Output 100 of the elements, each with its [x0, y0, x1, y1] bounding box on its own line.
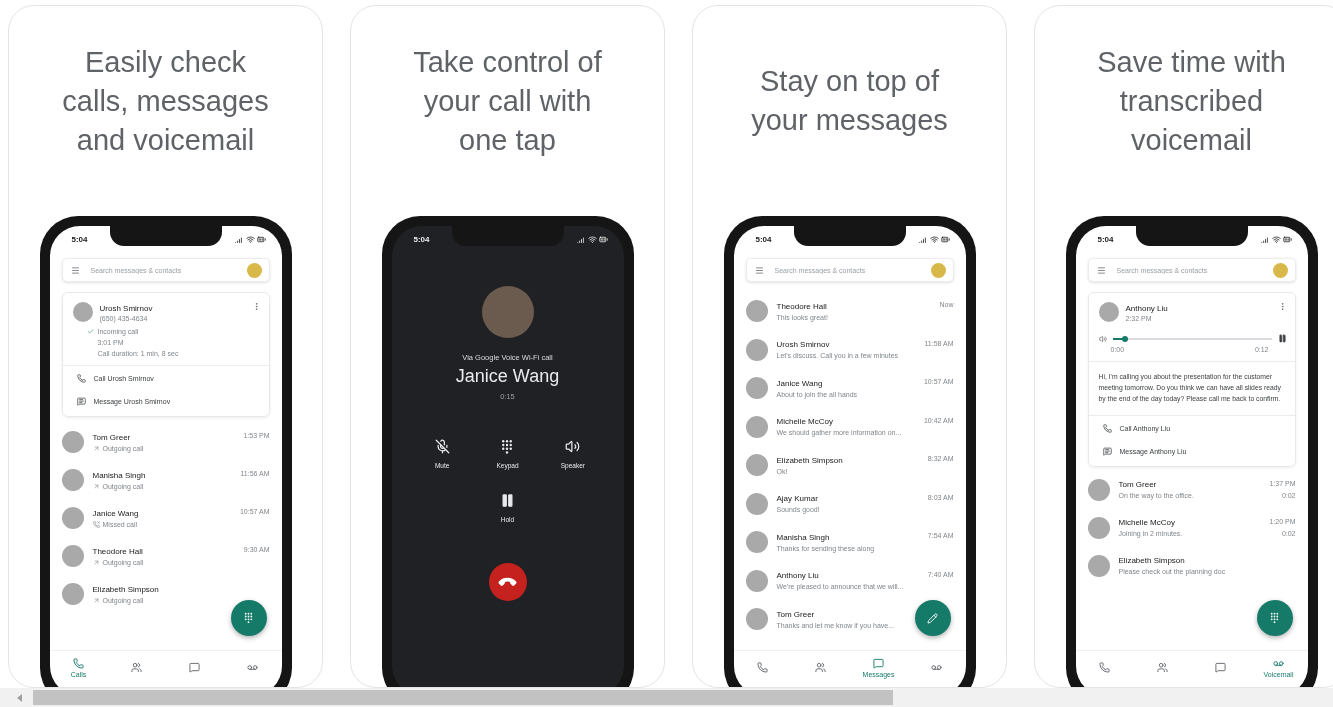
dialpad-icon — [501, 439, 514, 454]
avatar-photo — [745, 300, 768, 323]
outgoing-arrow-icon — [92, 482, 100, 490]
avatar-photo — [745, 531, 768, 554]
speaker-icon — [1098, 334, 1107, 343]
caption-text: Take control of your call with one tap — [413, 44, 602, 158]
phone-icon — [73, 657, 84, 669]
avatar-photo — [1087, 554, 1110, 577]
message-icon — [873, 657, 884, 669]
status-time: 5:04 — [413, 234, 430, 244]
caller-name: Janice Wang — [454, 366, 561, 387]
avatar-photo — [745, 608, 768, 631]
contact-name: Michelle McCoy — [776, 417, 833, 427]
signal-icon — [576, 234, 586, 244]
signal-icon — [234, 234, 244, 244]
avatar-photo — [745, 377, 768, 400]
contact-name: Tom Greer — [92, 432, 131, 442]
caption-text: Stay on top of your messages — [751, 64, 948, 138]
avatar-photo — [1087, 516, 1110, 539]
menu-icon[interactable] — [70, 265, 80, 275]
menu-icon[interactable] — [1096, 265, 1106, 275]
contact-name: Manisha Singh — [92, 470, 146, 480]
message-icon — [76, 397, 86, 406]
message-icon — [189, 662, 200, 673]
avatar-photo — [745, 338, 768, 361]
contact-name: Urosh Smirnov — [776, 340, 830, 350]
playback-slider[interactable] — [1112, 337, 1272, 340]
phone-icon — [76, 374, 86, 383]
avatar-photo — [72, 302, 93, 322]
wifi-icon — [587, 234, 597, 244]
caption-text: Save time with transcribed voicemail — [1097, 44, 1286, 158]
contacts-icon — [1157, 662, 1168, 673]
avatar-photo — [61, 469, 84, 491]
contacts-icon — [815, 662, 826, 673]
scrollbar-thumb[interactable] — [33, 690, 893, 705]
mic-off-icon — [434, 439, 450, 454]
end-call-button[interactable] — [488, 563, 527, 601]
avatar-photo — [745, 569, 768, 592]
dialpad-icon — [244, 612, 253, 624]
voicemail-icon — [931, 662, 942, 673]
avatar-photo — [61, 545, 84, 567]
contacts-icon — [131, 662, 142, 673]
missed-call-icon — [92, 520, 100, 528]
contact-name: Michelle McCoy — [1118, 518, 1175, 528]
avatar-photo — [745, 492, 768, 515]
avatar-photo — [481, 286, 534, 338]
speaker-icon — [565, 439, 581, 454]
avatar-photo — [61, 431, 84, 453]
contact-name: Anthony Liu — [776, 571, 819, 581]
status-time: 5:04 — [71, 234, 88, 244]
pause-icon[interactable] — [1277, 334, 1287, 343]
status-time: 5:04 — [755, 234, 772, 244]
contact-name: Elizabeth Simpson — [1118, 556, 1185, 566]
outgoing-arrow-icon — [92, 558, 100, 566]
battery-icon — [940, 234, 950, 244]
screenshot-card[interactable] — [692, 5, 1007, 688]
contact-name: Janice Wang — [92, 508, 139, 518]
contact-name: Ajay Kumar — [776, 494, 818, 504]
outgoing-arrow-icon — [92, 444, 100, 452]
check-icon — [86, 328, 94, 335]
scroll-left-icon[interactable] — [17, 693, 23, 702]
contact-name: Janice Wang — [776, 378, 823, 388]
signal-icon — [918, 234, 928, 244]
wifi-icon — [1271, 234, 1281, 244]
contact-name: Elizabeth Simpson — [92, 584, 159, 594]
compose-button[interactable] — [914, 600, 951, 636]
avatar-photo — [745, 415, 768, 438]
contact-name: Tom Greer — [1118, 480, 1157, 490]
contact-name: Tom Greer — [776, 609, 815, 619]
voicemail-icon — [247, 662, 258, 673]
phone-icon — [1102, 423, 1112, 433]
screenshot-card[interactable] — [8, 5, 323, 688]
pause-icon — [500, 493, 515, 508]
avatar-photo — [745, 454, 768, 477]
battery-icon — [1282, 234, 1292, 244]
avatar-photo — [1098, 302, 1119, 322]
status-time: 5:04 — [1097, 234, 1114, 244]
dialpad-button[interactable] — [1256, 600, 1293, 636]
contact-name: Theodore Hall — [92, 546, 143, 556]
pencil-icon — [927, 612, 938, 624]
contact-name: Theodore Hall — [776, 301, 827, 311]
contact-name: Anthony Liu — [1125, 304, 1168, 313]
avatar-photo — [61, 583, 84, 605]
avatar-photo — [61, 507, 84, 529]
menu-icon[interactable] — [754, 265, 764, 275]
contact-name: Urosh Smirnov — [99, 304, 153, 313]
screenshot-card[interactable] — [1034, 5, 1333, 688]
contact-name: Manisha Singh — [776, 532, 830, 542]
phone-icon — [1099, 662, 1110, 673]
avatar-photo — [1087, 478, 1110, 501]
message-icon — [1215, 662, 1226, 673]
message-icon — [1102, 446, 1112, 456]
dialpad-icon — [1270, 612, 1279, 624]
phone-icon — [757, 662, 768, 673]
wifi-icon — [245, 234, 255, 244]
caption-text: Easily check calls, messages and voicemail — [62, 44, 269, 158]
dialpad-button[interactable] — [230, 600, 267, 636]
signal-icon — [1260, 234, 1270, 244]
contact-name: Elizabeth Simpson — [776, 455, 843, 465]
wifi-icon — [929, 234, 939, 244]
